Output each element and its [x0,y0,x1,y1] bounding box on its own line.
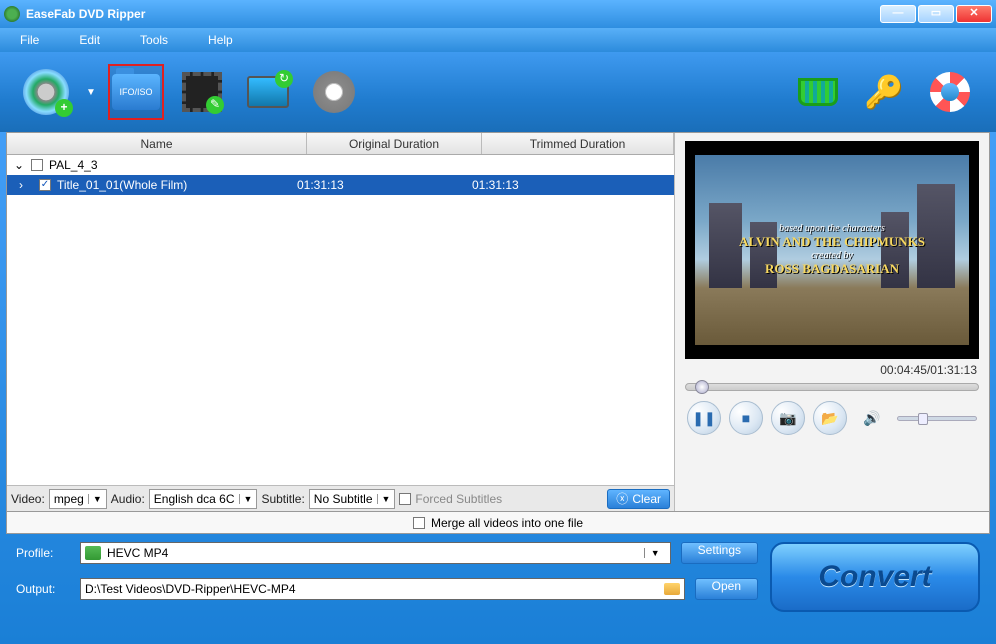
seek-bar[interactable] [685,383,979,391]
format-icon [85,546,101,560]
purchase-button[interactable] [790,64,846,120]
convert-button[interactable]: Convert [770,542,980,612]
group-label: PAL_4_3 [49,158,98,172]
stop-button[interactable]: ■ [729,401,763,435]
video-frame-image: based upon the characters ALVIN AND THE … [695,155,969,345]
forced-subtitles-label: Forced Subtitles [415,492,502,506]
open-folder-button[interactable]: 📂 [813,401,847,435]
menu-file[interactable]: File [20,33,39,47]
lifebuoy-icon [930,72,970,112]
output-row: Output: D:\Test Videos\DVD-Ripper\HEVC-M… [16,578,758,600]
title-trimmed-duration: 01:31:13 [468,178,674,192]
playback-time: 00:04:45/01:31:13 [685,359,979,381]
open-output-button[interactable]: Open [695,578,758,600]
profile-label: Profile: [16,546,70,560]
monitor-refresh-icon [247,76,289,108]
chevron-down-icon: ▼ [88,494,102,504]
basket-icon [798,78,838,106]
pause-button[interactable]: ❚❚ [687,401,721,435]
settings-button[interactable] [306,64,362,120]
edit-video-button[interactable] [174,64,230,120]
chevron-down-icon[interactable]: ▼ [644,548,666,558]
col-original[interactable]: Original Duration [307,133,482,154]
volume-handle[interactable] [918,413,928,425]
profile-row: Profile: HEVC MP4 ▼ Settings [16,542,758,564]
gear-icon [313,71,355,113]
merge-checkbox[interactable] [413,517,425,529]
preview-pane: based upon the characters ALVIN AND THE … [675,133,989,511]
merge-label: Merge all videos into one file [431,516,583,530]
bottom-area: Profile: HEVC MP4 ▼ Settings Output: D:\… [0,534,996,612]
subtitle-label: Subtitle: [261,492,304,506]
load-disc-dropdown[interactable]: ▼ [84,87,98,98]
volume-icon[interactable]: 🔊 [855,401,889,435]
close-button[interactable]: ✕ [956,5,992,23]
video-label: Video: [11,492,45,506]
chevron-down-icon: ▼ [377,494,391,504]
folder-ifo-icon: IFO/ISO [112,74,160,110]
merge-row: Merge all videos into one file [6,512,990,534]
col-trimmed[interactable]: Trimmed Duration [482,133,674,154]
chevron-down-icon: ▼ [239,494,253,504]
menu-edit[interactable]: Edit [79,33,100,47]
group-row[interactable]: ⌄ PAL_4_3 [7,155,674,175]
profile-value: HEVC MP4 [107,546,638,560]
clear-button[interactable]: ⓧClear [607,489,670,509]
main-area: Name Original Duration Trimmed Duration … [6,132,990,512]
refresh-button[interactable] [240,64,296,120]
audio-label: Audio: [111,492,145,506]
group-checkbox[interactable] [31,159,43,171]
disc-add-icon [23,69,69,115]
settings-profile-button[interactable]: Settings [681,542,758,564]
title-original-duration: 01:31:13 [293,178,468,192]
menu-tools[interactable]: Tools [140,33,168,47]
output-label: Output: [16,582,70,596]
clear-x-icon: ⓧ [616,490,628,507]
playback-controls: ❚❚ ■ 📷 📂 🔊 [685,401,979,435]
column-headers: Name Original Duration Trimmed Duration [7,133,674,155]
menu-help[interactable]: Help [208,33,233,47]
browse-folder-icon[interactable] [664,583,680,595]
minimize-button[interactable]: — [880,5,916,23]
help-button[interactable] [922,64,978,120]
load-disc-button[interactable] [18,64,74,120]
maximize-button[interactable]: ▭ [918,5,954,23]
app-icon [4,6,20,22]
app-title: EaseFab DVD Ripper [26,7,880,21]
seek-handle[interactable] [695,380,709,394]
output-path[interactable]: D:\Test Videos\DVD-Ripper\HEVC-MP4 [80,578,685,600]
video-select[interactable]: mpeg▼ [49,489,107,509]
register-button[interactable]: 🔑 [856,64,912,120]
collapse-icon[interactable]: ⌄ [13,158,25,172]
title-name: Title_01_01(Whole Film) [57,178,187,192]
film-edit-icon [182,72,222,112]
title-bar: EaseFab DVD Ripper — ▭ ✕ [0,0,996,28]
title-list-pane: Name Original Duration Trimmed Duration … [7,133,675,511]
col-name[interactable]: Name [7,133,307,154]
subtitle-select[interactable]: No Subtitle▼ [309,489,396,509]
profile-combo[interactable]: HEVC MP4 ▼ [80,542,671,564]
list-body: ⌄ PAL_4_3 › Title_01_01(Whole Film) 01:3… [7,155,674,485]
video-preview[interactable]: based upon the characters ALVIN AND THE … [685,141,979,359]
output-value: D:\Test Videos\DVD-Ripper\HEVC-MP4 [85,582,658,596]
audio-select[interactable]: English dca 6C▼ [149,489,258,509]
toolbar: ▼ IFO/ISO 🔑 [0,52,996,132]
title-row[interactable]: › Title_01_01(Whole Film) 01:31:13 01:31… [7,175,674,195]
forced-subtitles-checkbox[interactable] [399,493,411,505]
title-checkbox[interactable] [39,179,51,191]
expand-icon[interactable]: › [19,178,23,192]
load-ifo-iso-button[interactable]: IFO/ISO [108,64,164,120]
volume-slider[interactable] [897,416,977,421]
window-buttons: — ▭ ✕ [880,5,992,23]
stream-controls: Video: mpeg▼ Audio: English dca 6C▼ Subt… [7,485,674,511]
menu-bar: File Edit Tools Help [0,28,996,52]
key-icon: 🔑 [864,72,904,112]
snapshot-button[interactable]: 📷 [771,401,805,435]
